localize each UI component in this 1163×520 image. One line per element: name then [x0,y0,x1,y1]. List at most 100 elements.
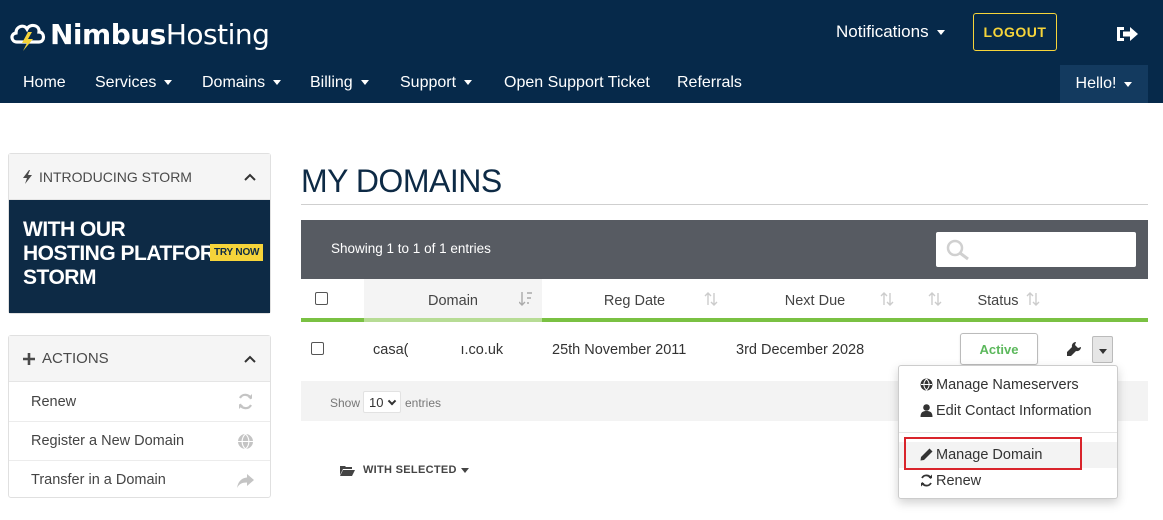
storm-line-2: HOSTING PLATFORM [23,242,232,265]
nav-support[interactable]: Support [400,74,473,92]
cloud-lightning-icon [10,23,46,51]
chevron-down-icon [1124,81,1133,87]
storm-banner-text: WITH OUR HOSTING PLATFORM STORM [23,218,232,290]
main-nav: Home Services Domains Billing Support Op… [0,65,1163,103]
globe-icon [238,433,253,450]
page-title: MY DOMAINS [301,163,502,199]
reg-date: 25th November 2011 [552,342,687,358]
storm-banner[interactable]: WITH OUR HOSTING PLATFORM STORM TRY NOW [9,200,270,313]
actions-panel: ACTIONS Renew Register a New Domain Tran… [8,335,271,498]
menu-edit-contact[interactable]: Edit Contact Information [899,398,1117,424]
refresh-icon [238,393,253,410]
domain-actions-menu: Manage Nameservers Edit Contact Informat… [898,365,1118,499]
column-next-due[interactable]: Next Due [727,279,903,322]
user-menu-label: Hello! [1075,75,1117,92]
showing-entries-text: Showing 1 to 1 of 1 entries [331,241,491,256]
sign-out-icon[interactable] [1115,24,1139,44]
chevron-down-icon [464,80,473,86]
chevron-up-icon[interactable] [244,173,256,181]
menu-manage-nameservers[interactable]: Manage Nameservers [899,372,1117,398]
nav-domains-label: Domains [202,74,266,91]
try-now-badge[interactable]: TRY NOW [210,244,264,261]
sort-desc-icon[interactable] [519,291,533,307]
sort-icon[interactable] [704,291,718,307]
folder-open-icon [340,465,355,476]
page-length-select[interactable]: 10 [363,391,401,413]
nav-referrals[interactable]: Referrals [677,74,742,92]
top-header: NimbusHosting Notifications LOGOUT [0,0,1163,65]
action-transfer-label: Transfer in a Domain [31,472,166,488]
nav-billing-label: Billing [310,74,353,91]
storm-panel: INTRODUCING STORM WITH OUR HOSTING PLATF… [8,153,271,314]
redacted-mask [408,343,461,358]
with-selected-label: WITH SELECTED [363,464,457,476]
sort-icon[interactable] [880,291,894,307]
column-reg-date-label: Reg Date [603,292,666,309]
row-actions-dropdown-toggle[interactable] [1092,336,1113,363]
user-menu[interactable]: Hello! [1060,65,1148,103]
row-checkbox[interactable] [311,342,324,355]
chevron-up-icon[interactable] [244,355,256,363]
sort-icon[interactable] [928,291,942,307]
nav-billing[interactable]: Billing [310,74,369,92]
nav-domains[interactable]: Domains [202,74,282,92]
column-status-label: Status [977,292,1019,309]
chevron-down-icon [387,396,397,406]
column-next-due-label: Next Due [784,292,846,309]
status-badge[interactable]: Active [960,333,1038,365]
domain-name-start: casa( [373,342,409,358]
chevron-down-icon [1099,349,1107,354]
nav-support-label: Support [400,74,457,91]
plus-icon [23,352,35,365]
logo-text-bold: Nimbus [50,17,166,51]
domain-name[interactable]: casa( ı.co.uk [373,342,503,358]
nav-home[interactable]: Home [23,74,66,92]
sort-icon[interactable] [1026,291,1040,307]
search-icon [946,239,969,261]
table-toolbar: Showing 1 to 1 of 1 entries [301,220,1148,279]
select-all-checkbox[interactable] [315,292,328,305]
chevron-down-icon [936,30,945,36]
menu-renew[interactable]: Renew [899,468,1117,494]
nav-open-support-ticket[interactable]: Open Support Ticket [504,74,650,92]
search-input[interactable] [936,232,1136,267]
table-header: Domain Reg Date Next Due Status [301,279,1148,322]
storm-panel-header[interactable]: INTRODUCING STORM [9,154,270,200]
action-transfer-domain[interactable]: Transfer in a Domain [9,460,270,499]
user-icon [920,404,933,417]
show-label: Show [330,396,361,410]
action-renew-label: Renew [31,393,77,410]
storm-line-3: STORM [23,266,96,289]
nav-services-label: Services [95,74,157,91]
column-reg-date[interactable]: Reg Date [542,279,727,322]
notifications-label: Notifications [836,22,929,41]
refresh-icon [921,474,932,487]
globe-icon [920,378,933,391]
storm-line-1: WITH OUR [23,218,126,241]
actions-panel-header[interactable]: ACTIONS [9,336,270,382]
menu-manage-nameservers-label: Manage Nameservers [936,377,1079,393]
logout-button[interactable]: LOGOUT [973,13,1057,51]
menu-divider [899,432,1117,433]
menu-renew-label: Renew [936,473,982,489]
action-renew[interactable]: Renew [9,382,270,421]
chevron-down-icon [460,467,469,473]
action-register-domain[interactable]: Register a New Domain [9,421,270,460]
nav-services[interactable]: Services [95,74,173,92]
action-register-label: Register a New Domain [31,433,185,449]
entries-label: entries [405,396,442,410]
page-length-value: 10 [369,395,384,410]
with-selected-button[interactable]: WITH SELECTED [340,464,469,476]
chevron-down-icon [360,80,369,86]
domain-name-end: ı.co.uk [460,342,504,358]
title-divider [301,204,1148,205]
storm-panel-title: INTRODUCING STORM [39,168,192,185]
highlight-outline [904,437,1082,470]
wrench-icon[interactable] [1067,342,1081,356]
notifications-menu[interactable]: Notifications [836,22,945,42]
menu-edit-contact-label: Edit Contact Information [936,403,1092,419]
logo[interactable]: NimbusHosting [8,14,270,54]
share-arrow-icon [237,474,254,488]
column-domain[interactable]: Domain [364,279,542,322]
column-domain-label: Domain [428,292,478,309]
